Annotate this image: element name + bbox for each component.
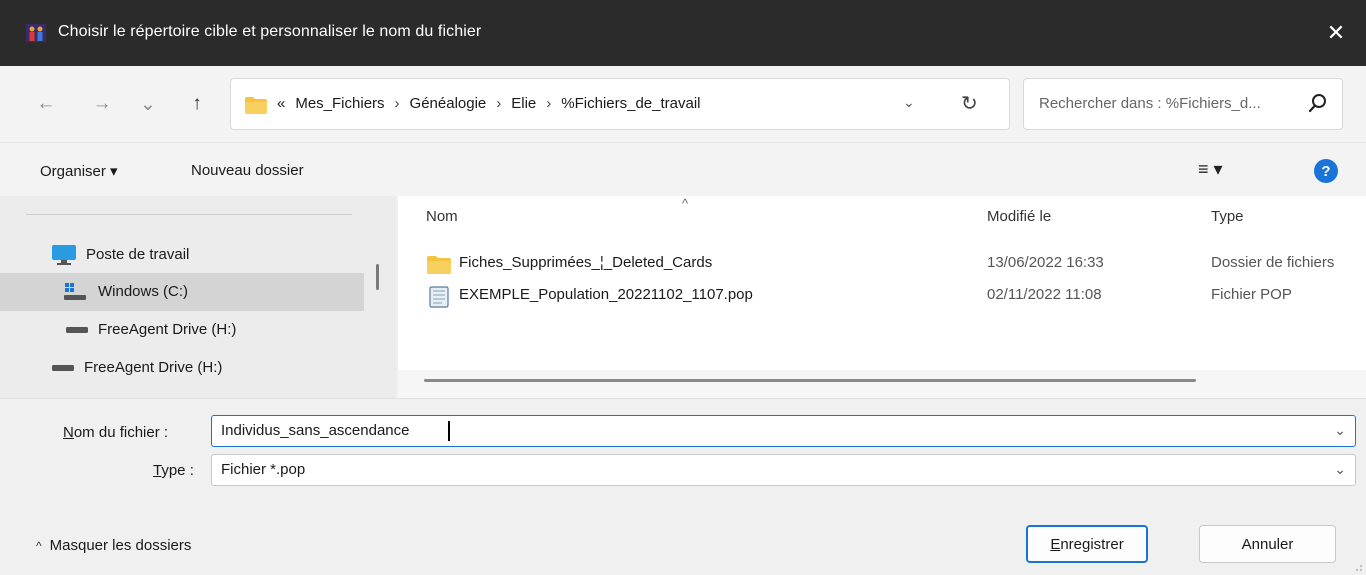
file-modified: 13/06/2022 16:33	[987, 254, 1104, 271]
breadcrumb-separator-icon[interactable]: ›	[395, 95, 400, 112]
folder-icon	[427, 256, 451, 274]
new-folder-button[interactable]: Nouveau dossier	[191, 162, 304, 179]
save-form: Nom du fichier : Individus_sans_ascendan…	[0, 398, 1366, 575]
nav-scrollbar[interactable]	[376, 264, 379, 290]
column-header-modified[interactable]: Modifié le	[987, 208, 1051, 225]
file-name: EXEMPLE_Population_20221102_1107.pop	[459, 286, 753, 303]
view-options-button[interactable]: ≡ ▾	[1198, 159, 1223, 180]
file-icon	[429, 286, 449, 308]
chevron-down-icon[interactable]: ⌄	[1334, 422, 1346, 439]
sidebar-item-label: FreeAgent Drive (H:)	[84, 359, 223, 376]
file-type-select[interactable]: Fichier *.pop ⌄	[211, 454, 1356, 486]
sort-caret-icon: ^	[682, 196, 689, 211]
recent-locations-button[interactable]: ⌄	[134, 90, 162, 118]
breadcrumb-item[interactable]: Elie	[511, 95, 536, 112]
resize-grip-icon[interactable]	[1355, 564, 1363, 572]
close-button[interactable]: ✕	[1306, 0, 1366, 66]
breadcrumb-item[interactable]: Mes_Fichiers	[295, 95, 384, 112]
file-list: ^ Nom Modifié le Type Fiches_Supprimées_…	[398, 196, 1366, 398]
close-icon: ✕	[1326, 20, 1346, 45]
filename-field[interactable]: Individus_sans_ascendance ⌄	[211, 415, 1356, 447]
command-bar: Organiser ▾ Nouveau dossier ≡ ▾ ?	[0, 142, 1366, 196]
chevron-down-icon: ⌄	[140, 93, 156, 115]
column-header-name[interactable]: Nom	[426, 208, 458, 225]
folder-icon	[245, 97, 267, 114]
arrow-left-icon: ←	[36, 93, 56, 114]
file-modified: 02/11/2022 11:08	[987, 286, 1102, 303]
navigation-pane: Poste de travail Windows (C:) FreeAgent …	[0, 196, 396, 398]
file-type: Dossier de fichiers	[1211, 254, 1335, 271]
hide-folders-toggle[interactable]: ^ Masquer les dossiers	[36, 537, 191, 554]
type-label: Type :	[153, 462, 194, 479]
accesskey-n: N	[63, 424, 74, 441]
computer-icon	[52, 245, 76, 265]
sidebar-item-freeagent-drive[interactable]: FreeAgent Drive (H:)	[0, 311, 364, 349]
column-header-type[interactable]: Type	[1211, 208, 1244, 225]
filename-value: Individus_sans_ascendance	[221, 422, 410, 439]
forward-button[interactable]: →	[88, 90, 116, 118]
cancel-label: Annuler	[1241, 535, 1294, 553]
organize-menu[interactable]: Organiser ▾	[40, 162, 118, 180]
arrow-up-icon: ↑	[192, 93, 202, 114]
breadcrumb-separator-icon[interactable]: ›	[496, 95, 501, 112]
sidebar-item-label: Windows (C:)	[98, 283, 189, 300]
hide-folders-label: Masquer les dossiers	[49, 537, 192, 554]
search-icon[interactable]	[1308, 93, 1328, 115]
breadcrumb-separator-icon[interactable]: ›	[546, 95, 551, 112]
up-button[interactable]: ↑	[183, 90, 211, 118]
filename-label: Nom du fichier :	[63, 424, 168, 441]
sidebar-item-label: Poste de travail	[86, 246, 190, 263]
back-button[interactable]: ←	[32, 90, 60, 118]
title-bar: Choisir le répertoire cible et personnal…	[0, 0, 1366, 66]
chevron-down-icon[interactable]: ⌄	[1334, 461, 1346, 478]
table-row[interactable]: Fiches_Supprimées_¦_Deleted_Cards 13/06/…	[398, 251, 1366, 279]
scrollbar-thumb[interactable]	[424, 379, 1196, 382]
sidebar-item-label: FreeAgent Drive (H:)	[98, 321, 237, 338]
chevron-up-icon: ^	[36, 539, 42, 553]
search-placeholder: Rechercher dans : %Fichiers_d...	[1039, 95, 1261, 112]
drive-icon	[66, 327, 88, 333]
breadcrumb-item[interactable]: %Fichiers_de_travail	[561, 95, 700, 112]
file-type: Fichier POP	[1211, 286, 1292, 303]
type-label-text: ype :	[161, 462, 194, 479]
refresh-icon[interactable]: ↻	[961, 91, 978, 116]
nav-divider	[26, 214, 352, 215]
horizontal-scrollbar[interactable]	[398, 370, 1366, 398]
app-icon	[26, 24, 46, 42]
save-label: nregistrer	[1060, 535, 1124, 553]
text-caret	[448, 421, 450, 441]
address-bar[interactable]: « Mes_Fichiers › Généalogie › Elie › %Fi…	[230, 78, 1010, 130]
help-icon[interactable]: ?	[1314, 159, 1338, 183]
help-label: ?	[1321, 162, 1331, 180]
file-name: Fiches_Supprimées_¦_Deleted_Cards	[459, 254, 713, 271]
accesskey-e: E	[1050, 535, 1061, 553]
address-dropdown-icon[interactable]: ⌄	[903, 94, 915, 111]
table-row[interactable]: EXEMPLE_Population_20221102_1107.pop 02/…	[398, 283, 1366, 311]
address-row: ← → ⌄ ↑ « Mes_Fichiers › Généalogie › El…	[0, 66, 1366, 142]
breadcrumb: « Mes_Fichiers › Généalogie › Elie › %Fi…	[277, 95, 711, 112]
sidebar-item-freeagent-drive[interactable]: FreeAgent Drive (H:)	[0, 349, 364, 387]
breadcrumb-item[interactable]: Généalogie	[410, 95, 487, 112]
sidebar-item-poste-de-travail[interactable]: Poste de travail	[0, 236, 364, 274]
window-title: Choisir le répertoire cible et personnal…	[58, 23, 482, 40]
arrow-right-icon: →	[92, 93, 112, 114]
breadcrumb-overflow[interactable]: «	[277, 95, 285, 112]
search-input[interactable]: Rechercher dans : %Fichiers_d...	[1023, 78, 1343, 130]
save-button[interactable]: Enregistrer	[1026, 525, 1148, 563]
file-type-value: Fichier *.pop	[221, 461, 306, 478]
filename-label-text: om du fichier :	[73, 424, 169, 441]
cancel-button[interactable]: Annuler	[1199, 525, 1336, 563]
drive-windows-icon	[64, 283, 86, 300]
drive-icon	[52, 365, 74, 371]
sidebar-item-windows-c[interactable]: Windows (C:)	[0, 273, 364, 311]
